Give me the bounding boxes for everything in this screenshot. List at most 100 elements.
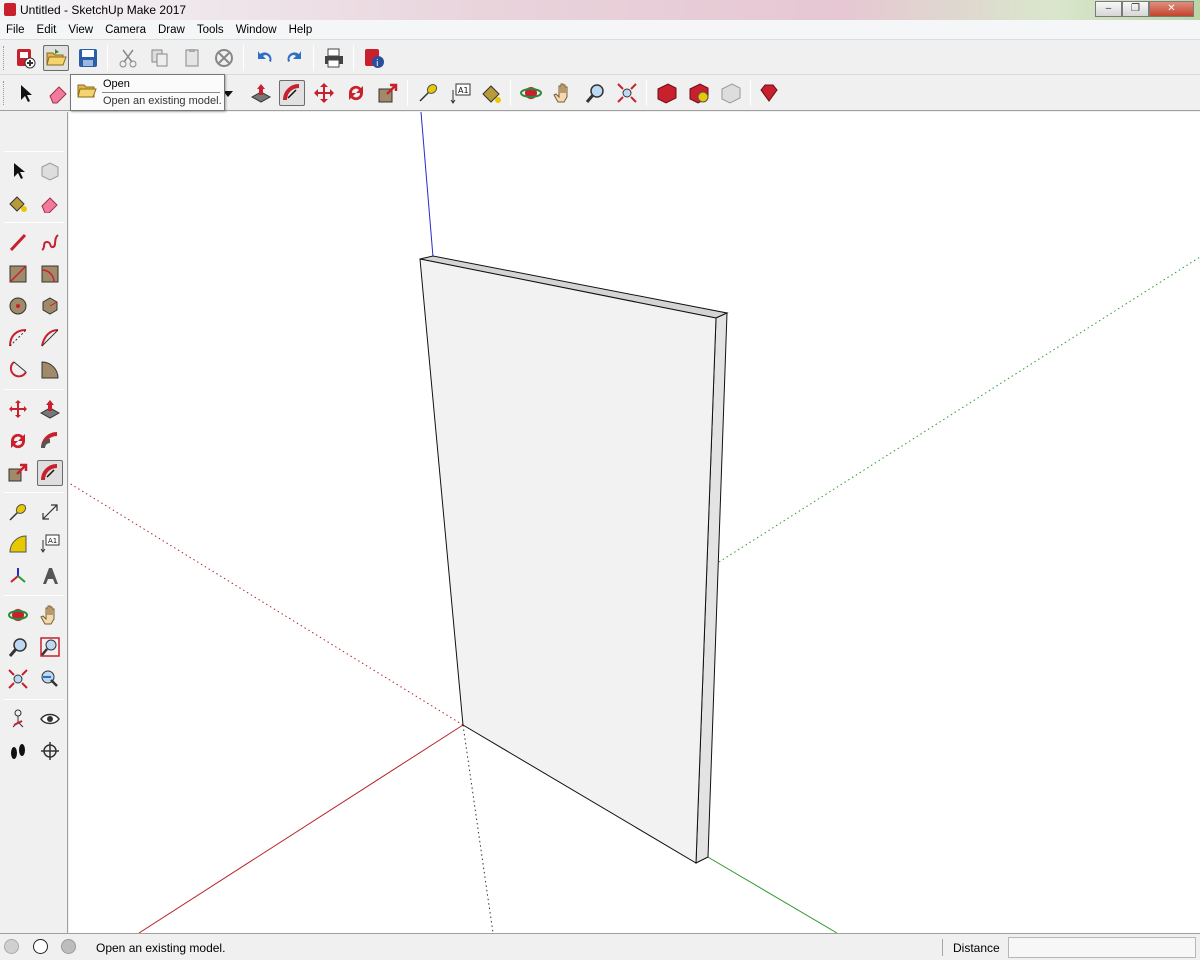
palette-text-tool[interactable]: A1 — [37, 531, 63, 557]
user-icon[interactable] — [61, 939, 76, 954]
copy-icon — [151, 49, 168, 67]
menu-help[interactable]: Help — [283, 20, 319, 40]
undo-button[interactable] — [251, 45, 277, 71]
palette-look-around-tool[interactable] — [37, 706, 63, 732]
palette-freehand-tool[interactable] — [37, 229, 63, 255]
tape-measure-icon — [419, 84, 438, 102]
move-tool-button[interactable] — [311, 80, 337, 106]
palette-three-point-arc-tool[interactable] — [5, 357, 31, 383]
new-model-button[interactable] — [12, 45, 38, 71]
maximize-button[interactable]: ❐ — [1122, 1, 1149, 17]
palette-move-tool[interactable] — [5, 396, 31, 422]
palette-3d-text-tool[interactable] — [37, 563, 63, 589]
push-pull-tool-button[interactable] — [248, 80, 274, 106]
toolbar-separator — [750, 80, 751, 106]
push-pull-icon — [40, 400, 60, 419]
save-button[interactable] — [75, 45, 101, 71]
tape-measure-tool-button[interactable] — [415, 80, 441, 106]
palette-two-point-arc-tool[interactable] — [37, 325, 63, 351]
palette-offset-tool[interactable] — [37, 460, 63, 486]
palette-pie-tool[interactable] — [37, 357, 63, 383]
palette-scale-tool[interactable] — [5, 460, 31, 486]
palette-circle-tool[interactable] — [5, 293, 31, 319]
get-models-button[interactable] — [654, 80, 680, 106]
credits-icon[interactable] — [33, 939, 48, 954]
measurements-input[interactable] — [1008, 937, 1196, 958]
standard-toolbar: i — [0, 41, 1200, 75]
open-button[interactable] — [43, 45, 69, 71]
palette-line-tool[interactable] — [5, 229, 31, 255]
palette-axes-tool[interactable] — [5, 563, 31, 589]
palette-polygon-tool[interactable] — [37, 293, 63, 319]
palette-zoom-tool[interactable] — [5, 634, 31, 660]
palette-follow-me-tool[interactable] — [37, 428, 63, 454]
geo-location-icon[interactable] — [4, 939, 19, 954]
menu-edit[interactable]: Edit — [31, 20, 63, 40]
extension-warehouse-button[interactable] — [756, 80, 782, 106]
follow-me-tool-button[interactable] — [279, 80, 305, 106]
palette-position-camera-tool[interactable] — [5, 706, 31, 732]
menu-file[interactable]: File — [0, 20, 31, 40]
zoom-tool-button[interactable] — [582, 80, 608, 106]
paste-button[interactable] — [179, 45, 205, 71]
palette-eraser-tool[interactable] — [37, 190, 63, 216]
zoom-extents-tool-button[interactable] — [614, 80, 640, 106]
orbit-tool-button[interactable] — [518, 80, 544, 106]
svg-text:A1: A1 — [48, 537, 57, 545]
minimize-button[interactable]: – — [1095, 1, 1122, 17]
toolbar-grip[interactable] — [3, 81, 6, 105]
palette-zoom-window-tool[interactable] — [37, 634, 63, 660]
model-info-button[interactable]: i — [361, 45, 387, 71]
pan-tool-button[interactable] — [550, 80, 576, 106]
text-tool-button[interactable]: A1 — [447, 80, 473, 106]
palette-rectangle-tool[interactable] — [5, 261, 31, 287]
share-model-button[interactable] — [686, 80, 712, 106]
toolbar-grip[interactable] — [3, 46, 6, 70]
save-icon — [79, 49, 97, 67]
palette-push-pull-tool[interactable] — [37, 396, 63, 422]
palette-tape-measure-tool[interactable] — [5, 499, 31, 525]
palette-pan-tool[interactable] — [37, 602, 63, 628]
palette-zoom-extents-tool[interactable] — [5, 666, 31, 692]
palette-walk-tool[interactable] — [5, 738, 31, 764]
palette-make-component-tool[interactable] — [37, 158, 63, 184]
3d-text-icon — [43, 568, 58, 584]
menu-tools[interactable]: Tools — [191, 20, 230, 40]
palette-orbit-tool[interactable] — [5, 602, 31, 628]
menu-window[interactable]: Window — [230, 20, 283, 40]
close-button[interactable]: ✕ — [1149, 1, 1194, 17]
palette-separator — [4, 595, 64, 596]
redo-button[interactable] — [282, 45, 308, 71]
palette-section-plane-tool[interactable] — [37, 738, 63, 764]
palette-select-tool[interactable] — [5, 158, 31, 184]
palette-protractor-tool[interactable] — [5, 531, 31, 557]
print-button[interactable] — [321, 45, 347, 71]
menu-view[interactable]: View — [62, 20, 99, 40]
share-component-button[interactable] — [718, 80, 744, 106]
palette-rotate-tool[interactable] — [5, 428, 31, 454]
cut-button[interactable] — [115, 45, 141, 71]
palette-paint-bucket-tool[interactable] — [5, 190, 31, 216]
panel-front-face[interactable] — [419, 258, 717, 864]
svg-text:i: i — [376, 59, 379, 69]
zoom-icon — [8, 638, 27, 657]
scale-tool-button[interactable] — [375, 80, 401, 106]
palette-separator — [4, 492, 64, 493]
select-tool-button[interactable] — [12, 80, 38, 106]
toolbar-separator — [646, 80, 647, 106]
palette-arc-tool[interactable] — [5, 325, 31, 351]
palette-rotated-rectangle-tool[interactable] — [37, 261, 63, 287]
walk-icon — [11, 744, 25, 759]
model-scene[interactable] — [68, 111, 1200, 934]
eraser-tool-button[interactable] — [45, 80, 71, 106]
palette-dimension-tool[interactable] — [37, 499, 63, 525]
menu-camera[interactable]: Camera — [99, 20, 152, 40]
erase-button[interactable] — [211, 45, 237, 71]
paint-bucket-tool-button[interactable] — [478, 80, 504, 106]
copy-button[interactable] — [147, 45, 173, 71]
palette-previous-view-tool[interactable] — [37, 666, 63, 692]
get-models-icon — [657, 83, 677, 104]
drawing-viewport[interactable] — [68, 111, 1200, 934]
rotate-tool-button[interactable] — [343, 80, 369, 106]
menu-draw[interactable]: Draw — [152, 20, 191, 40]
